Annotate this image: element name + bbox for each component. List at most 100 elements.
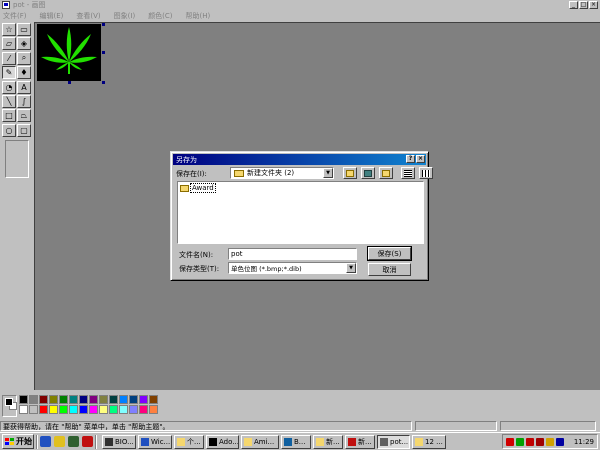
- palette-color-swatch[interactable]: [89, 405, 98, 414]
- fill-tool[interactable]: ◈: [17, 37, 31, 51]
- menu-colors[interactable]: 颜色(C): [148, 11, 172, 21]
- tray-icon[interactable]: [525, 437, 534, 446]
- palette-color-swatch[interactable]: [99, 405, 108, 414]
- chevron-down-icon[interactable]: ▼: [346, 263, 356, 273]
- desktop-icon[interactable]: [361, 167, 375, 179]
- taskbar-task-button[interactable]: Ado...: [206, 434, 239, 449]
- palette-color-swatch[interactable]: [49, 405, 58, 414]
- tray-icon[interactable]: [505, 437, 514, 446]
- rounded-rect-tool[interactable]: ▢: [17, 123, 31, 137]
- task-app-icon: [316, 437, 324, 446]
- new-folder-icon[interactable]: [379, 167, 393, 179]
- palette-color-swatch[interactable]: [79, 395, 88, 404]
- resize-handle[interactable]: [102, 23, 105, 26]
- rectangle-tool[interactable]: □: [2, 109, 16, 123]
- current-colors: [2, 395, 17, 417]
- text-tool[interactable]: A: [17, 80, 31, 94]
- chevron-down-icon[interactable]: ▼: [323, 168, 333, 178]
- eraser-tool[interactable]: ▱: [2, 37, 16, 51]
- resize-handle[interactable]: [102, 81, 105, 84]
- pencil-tool[interactable]: ✎: [2, 66, 16, 80]
- palette-color-swatch[interactable]: [69, 405, 78, 414]
- menu-file[interactable]: 文件(F): [3, 11, 27, 21]
- tray-icon[interactable]: [545, 437, 554, 446]
- airbrush-tool[interactable]: ◔: [2, 80, 16, 94]
- taskbar-task-button[interactable]: Ami...: [241, 434, 279, 449]
- palette-color-swatch[interactable]: [59, 405, 68, 414]
- up-folder-icon[interactable]: [343, 167, 357, 179]
- filetype-dropdown[interactable]: 单色位图 (*.bmp;*.dib) ▼: [228, 262, 357, 274]
- rect-select-tool[interactable]: ▭: [17, 23, 31, 36]
- palette-color-swatch[interactable]: [109, 405, 118, 414]
- palette-color-swatch[interactable]: [69, 395, 78, 404]
- drawing-canvas[interactable]: [37, 24, 101, 81]
- desktop-icon[interactable]: [68, 436, 79, 447]
- minimize-button[interactable]: _: [569, 1, 578, 9]
- clock[interactable]: 11:29: [574, 438, 594, 446]
- palette-color-swatch[interactable]: [39, 405, 48, 414]
- start-button[interactable]: 开始: [2, 434, 34, 449]
- dialog-close-button[interactable]: ×: [416, 155, 425, 163]
- maximize-button[interactable]: □: [579, 1, 588, 9]
- palette-color-swatch[interactable]: [39, 395, 48, 404]
- tray-icon[interactable]: [535, 437, 544, 446]
- taskbar-task-button[interactable]: B...: [281, 434, 311, 449]
- polygon-tool[interactable]: ⏢: [17, 109, 31, 123]
- ie-icon[interactable]: [40, 436, 51, 447]
- acrobat-icon[interactable]: [82, 436, 93, 447]
- palette-color-swatch[interactable]: [149, 405, 158, 414]
- status-text: 要获得帮助，请在 "帮助" 菜单中，单击 "帮助主题"。: [0, 421, 412, 431]
- palette-color-swatch[interactable]: [129, 405, 138, 414]
- palette-color-swatch[interactable]: [119, 405, 128, 414]
- palette-color-swatch[interactable]: [19, 405, 28, 414]
- palette-color-swatch[interactable]: [149, 395, 158, 404]
- taskbar-task-button[interactable]: Wic...: [138, 434, 172, 449]
- folder-list-item[interactable]: Award: [180, 183, 216, 193]
- dialog-help-button[interactable]: ?: [406, 155, 415, 163]
- file-list[interactable]: Award: [177, 181, 424, 244]
- palette-color-swatch[interactable]: [119, 395, 128, 404]
- menu-edit[interactable]: 编辑(E): [40, 11, 64, 21]
- palette-color-swatch[interactable]: [139, 395, 148, 404]
- tray-icon[interactable]: [555, 437, 564, 446]
- palette-color-swatch[interactable]: [49, 395, 58, 404]
- taskbar-task-button[interactable]: pot...: [377, 434, 410, 449]
- cancel-button[interactable]: 取消: [368, 263, 411, 276]
- resize-handle[interactable]: [68, 81, 71, 84]
- save-button[interactable]: 保存(S): [367, 246, 412, 261]
- tool-options-panel[interactable]: [5, 140, 29, 178]
- taskbar-task-button[interactable]: 个...: [174, 434, 204, 449]
- palette-color-swatch[interactable]: [139, 405, 148, 414]
- curve-tool[interactable]: ∫: [17, 95, 31, 108]
- taskbar-task-button[interactable]: 12 ...: [412, 434, 446, 449]
- taskbar-task-button[interactable]: BIO...: [102, 434, 136, 449]
- menu-help[interactable]: 帮助(H): [186, 11, 211, 21]
- taskbar-task-button[interactable]: 新...: [345, 434, 375, 449]
- tray-icon[interactable]: [515, 437, 524, 446]
- line-tool[interactable]: ╲: [2, 95, 16, 108]
- palette-color-swatch[interactable]: [79, 405, 88, 414]
- menu-image[interactable]: 图象(I): [114, 11, 136, 21]
- filename-input[interactable]: pot: [228, 248, 357, 260]
- palette-color-swatch[interactable]: [59, 395, 68, 404]
- outlook-icon[interactable]: [54, 436, 65, 447]
- palette-color-swatch[interactable]: [89, 395, 98, 404]
- resize-handle[interactable]: [102, 51, 105, 54]
- ellipse-tool[interactable]: ○: [2, 123, 16, 137]
- close-button[interactable]: ×: [589, 1, 598, 9]
- magnifier-tool[interactable]: ⌕: [17, 51, 31, 65]
- palette-color-swatch[interactable]: [19, 395, 28, 404]
- list-view-icon[interactable]: [401, 167, 415, 179]
- details-view-icon[interactable]: [419, 167, 433, 179]
- free-select-tool[interactable]: ☆: [2, 23, 16, 36]
- menu-view[interactable]: 查看(V): [76, 11, 100, 21]
- color-picker-tool[interactable]: ⁄: [2, 51, 16, 65]
- taskbar-task-button[interactable]: 新...: [313, 434, 343, 449]
- brush-tool[interactable]: ♦: [17, 66, 31, 80]
- palette-color-swatch[interactable]: [29, 395, 38, 404]
- save-in-dropdown[interactable]: 新建文件夹 (2) ▼: [230, 167, 334, 179]
- palette-color-swatch[interactable]: [129, 395, 138, 404]
- palette-color-swatch[interactable]: [109, 395, 118, 404]
- palette-color-swatch[interactable]: [29, 405, 38, 414]
- palette-color-swatch[interactable]: [99, 395, 108, 404]
